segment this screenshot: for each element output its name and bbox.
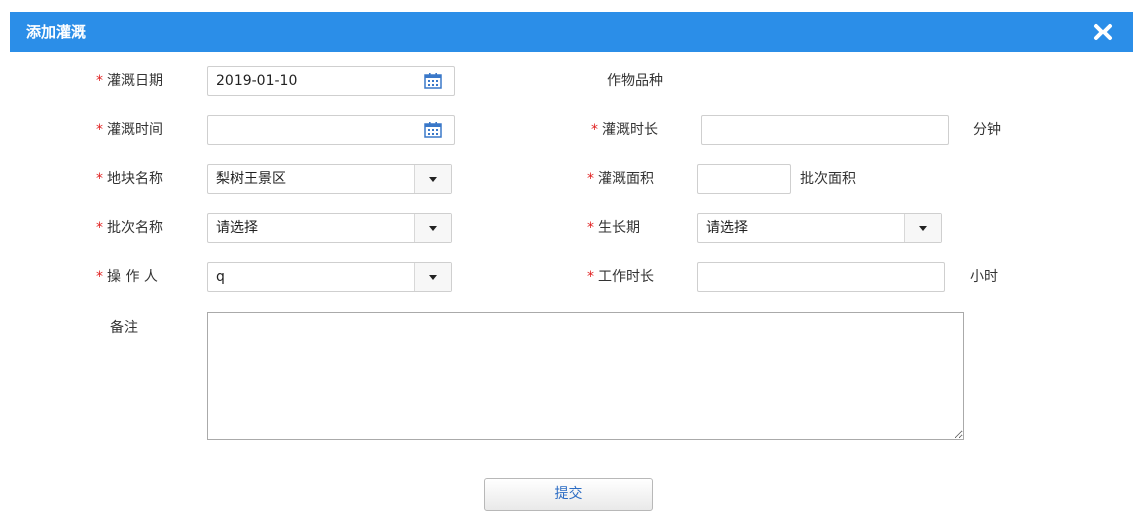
irrigation-date-label: * 灌溉日期: [96, 66, 163, 96]
growth-stage-label-text: 生长期: [598, 220, 640, 236]
irrigation-date-label-text: 灌溉日期: [107, 73, 163, 89]
required-mark: *: [96, 73, 103, 89]
required-mark: *: [96, 220, 103, 236]
irrigation-area-field[interactable]: [697, 164, 791, 194]
irrigation-date-field[interactable]: 2019-01-10: [207, 66, 455, 96]
batch-name-value: 请选择: [216, 220, 258, 236]
plot-name-label: * 地块名称: [96, 164, 163, 194]
batch-name-select[interactable]: 请选择: [207, 213, 452, 243]
required-mark: *: [96, 122, 103, 138]
growth-stage-value: 请选择: [706, 220, 748, 236]
irrigation-time-label-text: 灌溉时间: [107, 122, 163, 138]
operator-select[interactable]: q: [207, 262, 452, 292]
irrigation-duration-label-text: 灌溉时长: [602, 122, 658, 138]
batch-name-label: * 批次名称: [96, 213, 163, 243]
chevron-down-icon[interactable]: [414, 165, 451, 193]
operator-value: q: [216, 269, 225, 285]
irrigation-date-value: 2019-01-10: [216, 73, 298, 89]
required-mark: *: [96, 171, 103, 187]
growth-stage-label: * 生长期: [587, 213, 640, 243]
operator-label-text: 操 作 人: [107, 269, 158, 285]
chevron-down-icon[interactable]: [904, 214, 941, 242]
chevron-down-icon[interactable]: [414, 214, 451, 242]
required-mark: *: [591, 122, 598, 138]
growth-stage-select[interactable]: 请选择: [697, 213, 942, 243]
irrigation-duration-label: * 灌溉时长: [591, 115, 658, 145]
plot-name-label-text: 地块名称: [107, 171, 163, 187]
irrigation-time-field[interactable]: [207, 115, 455, 145]
hours-unit: 小时: [970, 269, 998, 285]
required-mark: *: [587, 269, 594, 285]
work-duration-field[interactable]: [697, 262, 945, 292]
remarks-textarea[interactable]: [207, 312, 964, 440]
calendar-icon[interactable]: [424, 122, 442, 138]
required-mark: *: [96, 269, 103, 285]
remarks-label: 备注: [110, 320, 138, 336]
work-duration-label: * 工作时长: [587, 262, 654, 292]
dialog-title: 添加灌溉: [26, 23, 87, 41]
plot-name-select[interactable]: 梨树王景区: [207, 164, 452, 194]
dialog-titlebar: 添加灌溉: [10, 12, 1133, 52]
close-icon[interactable]: [1093, 22, 1113, 42]
calendar-icon[interactable]: [424, 73, 442, 89]
required-mark: *: [587, 220, 594, 236]
batch-area-unit: 批次面积: [800, 171, 856, 187]
operator-label: * 操 作 人: [96, 262, 158, 292]
irrigation-duration-field[interactable]: [701, 115, 949, 145]
irrigation-area-label: * 灌溉面积: [587, 164, 654, 194]
plot-name-value: 梨树王景区: [216, 171, 286, 187]
submit-button[interactable]: 提交: [484, 478, 653, 511]
irrigation-time-label: * 灌溉时间: [96, 115, 163, 145]
work-duration-label-text: 工作时长: [598, 269, 654, 285]
crop-variety-label: 作物品种: [607, 73, 663, 89]
required-mark: *: [587, 171, 594, 187]
irrigation-area-label-text: 灌溉面积: [598, 171, 654, 187]
batch-name-label-text: 批次名称: [107, 220, 163, 236]
chevron-down-icon[interactable]: [414, 263, 451, 291]
minutes-unit: 分钟: [973, 122, 1001, 138]
